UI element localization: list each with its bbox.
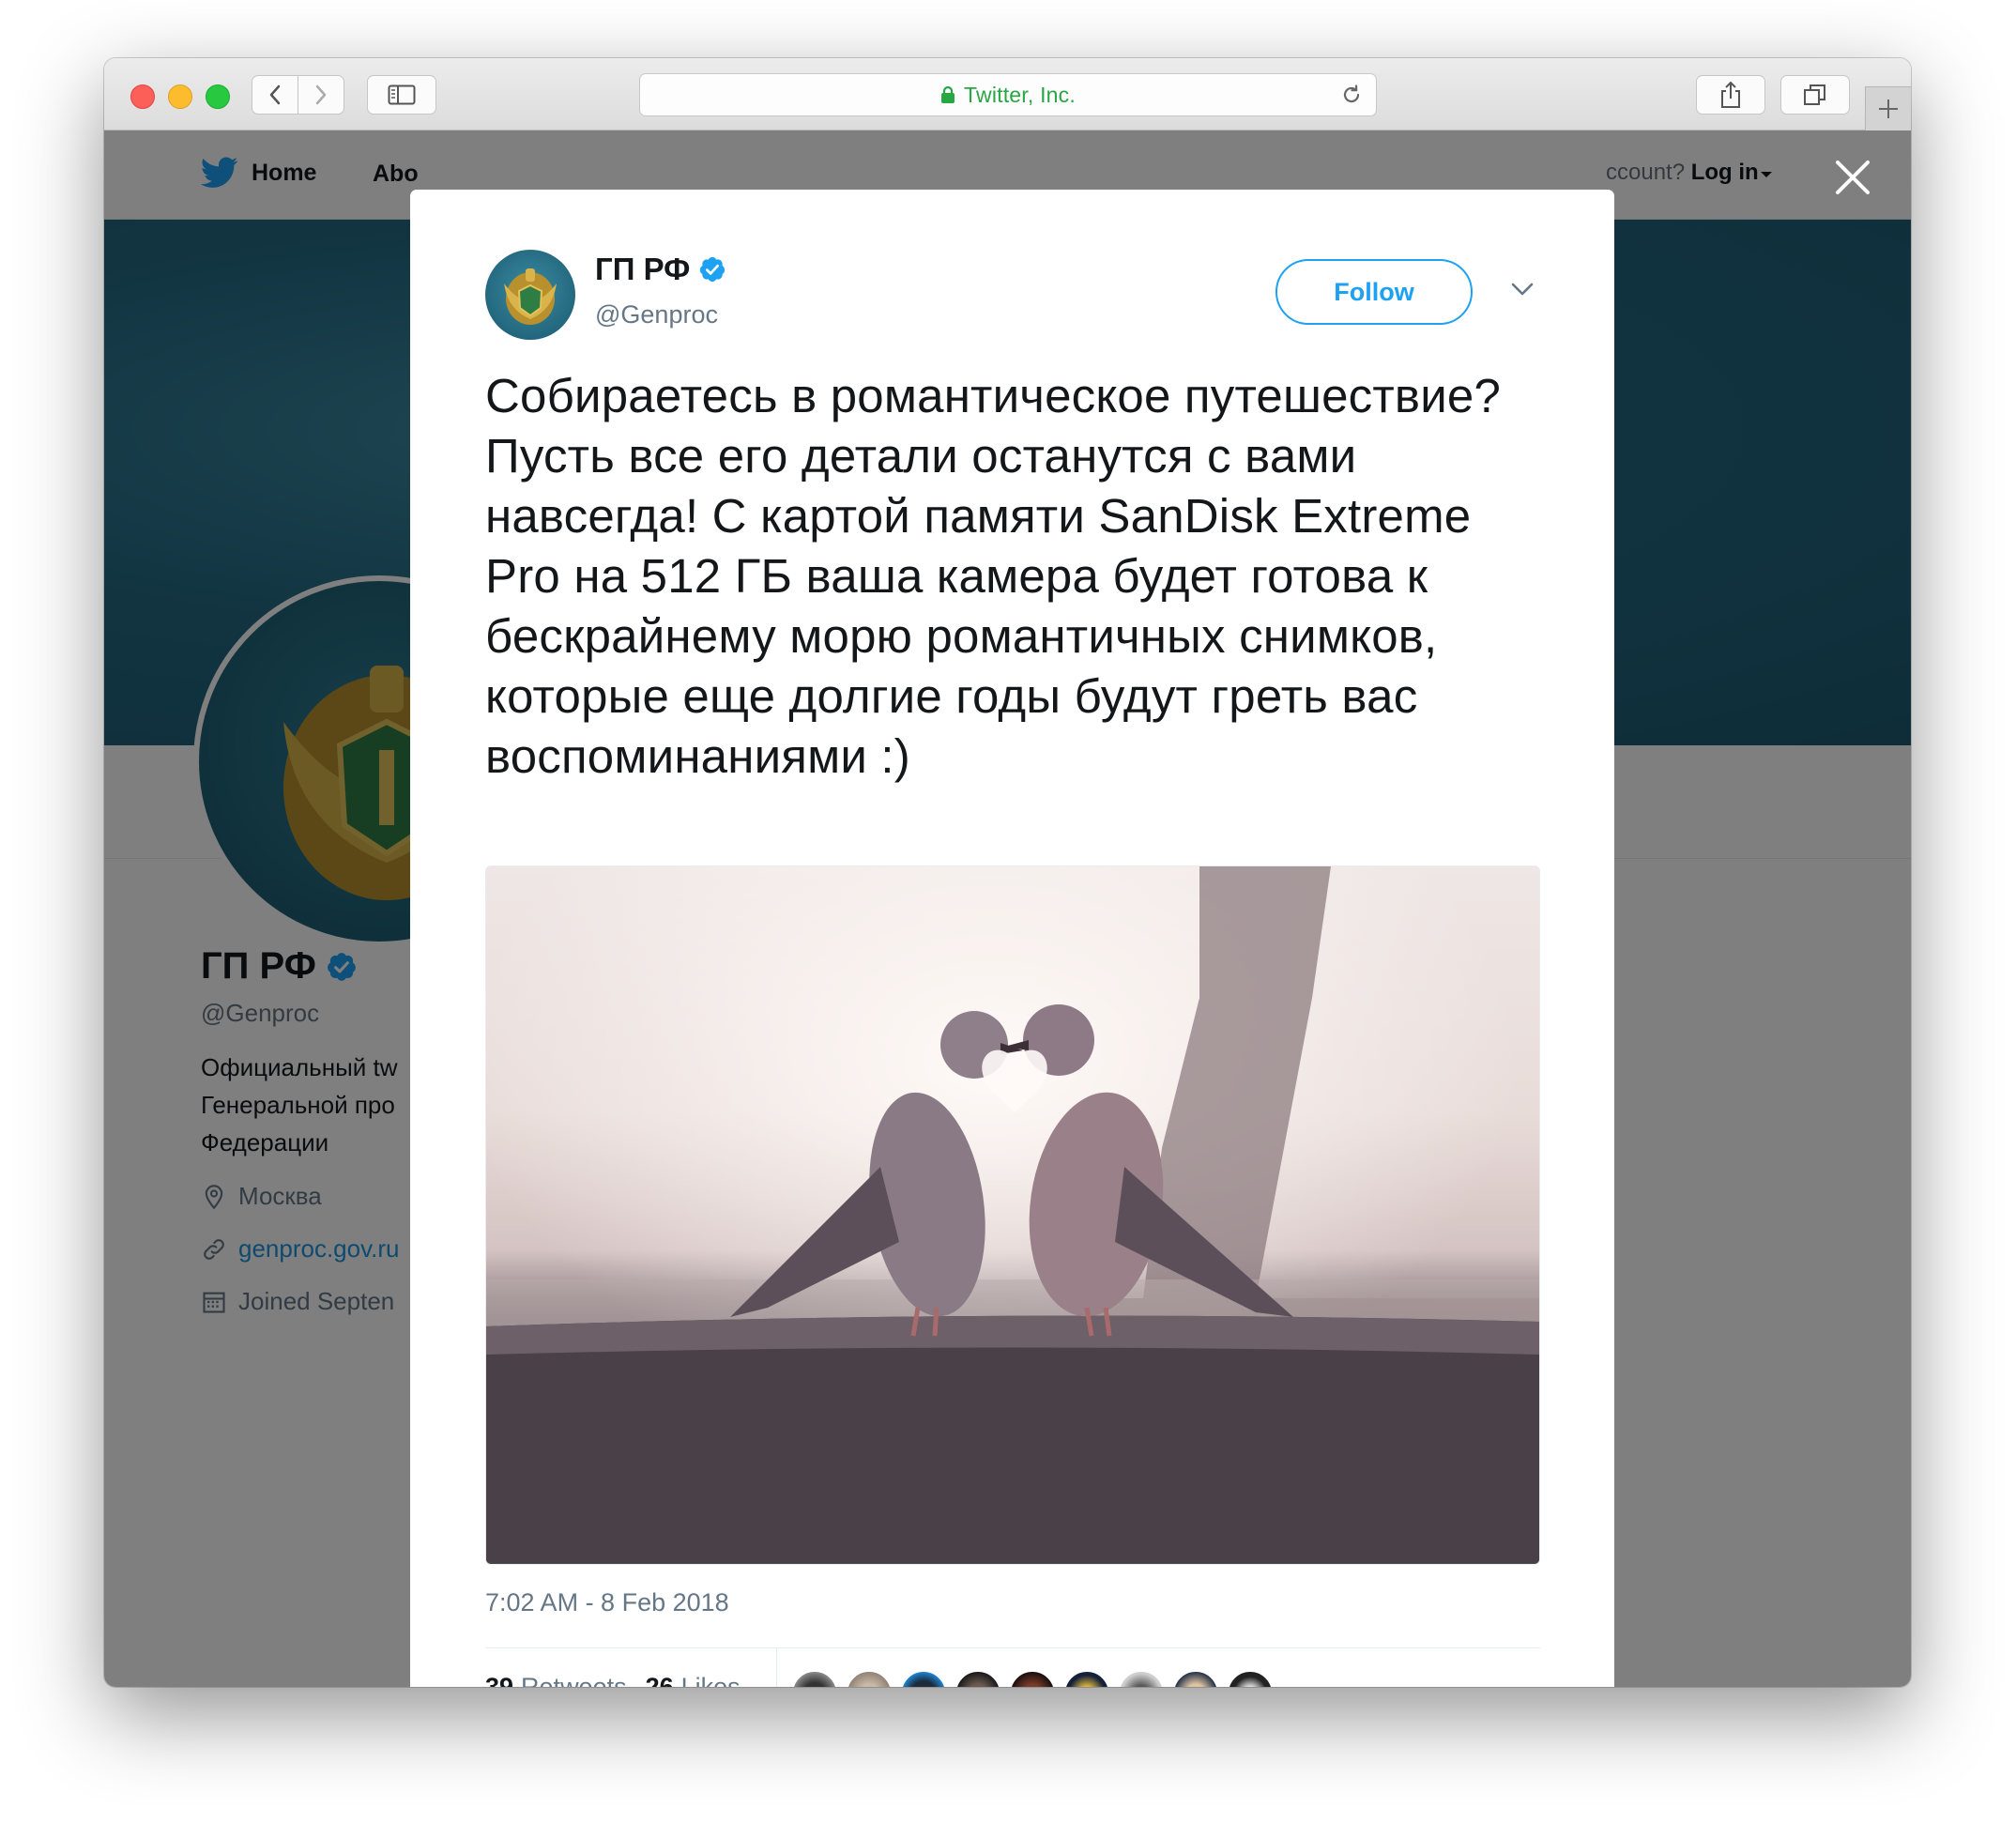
browser-window: Twitter, Inc. Home Abo ccount? Log in: [104, 58, 1911, 1687]
sidebar-toggle-button[interactable]: [367, 75, 436, 115]
minimize-window-button[interactable]: [168, 84, 192, 109]
tabs-icon: [1804, 84, 1825, 105]
stats-divider: [485, 1647, 1540, 1648]
tweet-timestamp[interactable]: 7:02 AM - 8 Feb 2018: [485, 1588, 729, 1617]
tweet-text: Собираетесь в романтическое путешествие?…: [485, 369, 1502, 783]
tweet-photo[interactable]: [485, 865, 1540, 1565]
liker-avatar[interactable]: [1172, 1670, 1219, 1687]
new-tab-button[interactable]: [1865, 86, 1911, 130]
close-window-button[interactable]: [130, 84, 155, 109]
zoom-window-button[interactable]: [206, 84, 230, 109]
retweets-count: 39: [485, 1673, 514, 1687]
tweet-author-handle[interactable]: @Genproc: [595, 300, 718, 329]
retweets-stat[interactable]: 39 Retweets: [485, 1673, 627, 1687]
tweet-stats: 39 Retweets 26 Likes: [485, 1673, 741, 1687]
reload-icon[interactable]: [1340, 84, 1363, 106]
liker-avatar[interactable]: [955, 1670, 1001, 1687]
tweet-author-name[interactable]: ГП РФ: [595, 252, 726, 287]
tweet-author-avatar[interactable]: [485, 250, 575, 340]
share-button[interactable]: [1696, 75, 1765, 115]
close-icon[interactable]: [1834, 159, 1871, 196]
forward-button[interactable]: [298, 75, 344, 115]
chevron-right-icon: [315, 84, 327, 105]
address-bar[interactable]: Twitter, Inc.: [639, 73, 1377, 116]
likes-count: 26: [645, 1673, 674, 1687]
plus-icon: [1879, 100, 1898, 118]
tweet-modal: ГП РФ @Genproc Follow Собираетесь в рома…: [410, 190, 1614, 1687]
pigeons-eiffel-image: [486, 866, 1539, 1564]
browser-toolbar: Twitter, Inc.: [104, 58, 1911, 130]
address-site-label: Twitter, Inc.: [964, 82, 1076, 107]
liker-avatar[interactable]: [1118, 1670, 1165, 1687]
web-page: Home Abo ccount? Log in ГП РФ @Genproc: [104, 130, 1911, 1687]
emblem-icon: [504, 268, 557, 325]
likes-label: Likes: [680, 1673, 741, 1687]
liker-avatar[interactable]: [1009, 1670, 1056, 1687]
back-button[interactable]: [252, 75, 298, 115]
liker-avatar[interactable]: [900, 1670, 947, 1687]
chevron-left-icon: [269, 84, 281, 105]
follow-button[interactable]: Follow: [1275, 259, 1473, 325]
likes-stat[interactable]: 26 Likes: [646, 1673, 741, 1687]
chevron-down-icon[interactable]: [1510, 282, 1535, 297]
retweets-label: Retweets: [521, 1673, 627, 1687]
tabs-overview-button[interactable]: [1780, 75, 1850, 115]
liker-avatar[interactable]: [791, 1670, 838, 1687]
lock-icon: [941, 85, 955, 103]
stats-separator: [776, 1647, 777, 1687]
liker-avatar[interactable]: [846, 1670, 893, 1687]
liker-avatar[interactable]: [1063, 1670, 1110, 1687]
verified-badge-icon: [700, 256, 725, 283]
share-icon: [1721, 81, 1740, 108]
sidebar-icon: [388, 84, 416, 105]
liker-avatar[interactable]: [1227, 1670, 1274, 1687]
author-name-text: ГП РФ: [595, 252, 691, 286]
liker-avatars: [791, 1670, 1281, 1687]
